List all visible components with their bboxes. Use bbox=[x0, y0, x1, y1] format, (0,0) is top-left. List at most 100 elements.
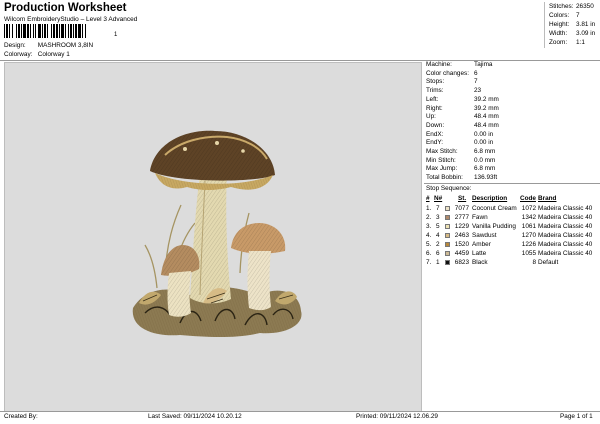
stop-num: 5. bbox=[426, 241, 432, 248]
info-value: 6.8 mm bbox=[474, 165, 496, 173]
stop-sequence-row: 7. 1 6823 Black 8 Default bbox=[424, 259, 600, 267]
color-swatch bbox=[445, 260, 450, 265]
machine-info-row: Color changes: 6 bbox=[426, 70, 478, 77]
last-saved: Last Saved: 09/11/2024 10.20.12 bbox=[148, 413, 242, 420]
stop-num: 4. bbox=[426, 232, 432, 239]
needle-number: 2 bbox=[436, 241, 440, 248]
info-value: 6 bbox=[474, 69, 478, 77]
colorway-row: Colorway: Colorway 1 bbox=[4, 51, 70, 58]
machine-info-row: Max Jump: 6.8 mm bbox=[426, 165, 495, 172]
stop-num: 1. bbox=[426, 205, 432, 212]
stat-height: Height: 3.81 in bbox=[549, 21, 596, 28]
panel-divider bbox=[424, 183, 600, 184]
info-value: 0.00 in bbox=[474, 130, 494, 138]
color-swatch bbox=[445, 251, 450, 256]
thread-brand: Madeira Classic 40 bbox=[538, 241, 593, 248]
thread-code: 1072 bbox=[521, 205, 536, 212]
info-label: Max Stitch: bbox=[426, 148, 458, 155]
info-value: 48.4 mm bbox=[474, 113, 499, 121]
stat-stitches: Stitches: 26350 bbox=[549, 3, 594, 10]
machine-info-row: Trims: 23 bbox=[426, 87, 481, 94]
thread-brand: Default bbox=[538, 259, 559, 266]
info-value: 0.0 mm bbox=[474, 156, 496, 164]
info-value: 7 bbox=[474, 78, 478, 86]
needle-number: 1 bbox=[436, 259, 440, 266]
info-value: 23 bbox=[474, 87, 482, 95]
stop-num: 3. bbox=[426, 223, 432, 230]
thread-code: 1342 bbox=[521, 214, 536, 221]
info-label: Trims: bbox=[426, 87, 444, 95]
machine-info-row: Min Stitch: 0.0 mm bbox=[426, 157, 495, 164]
machine-info-row: Up: 48.4 mm bbox=[426, 113, 499, 120]
info-label: EndX: bbox=[426, 130, 444, 138]
needle-number: 7 bbox=[436, 205, 440, 212]
col-stitches: St. bbox=[458, 195, 467, 202]
design-label: Design: bbox=[4, 42, 26, 49]
color-swatch bbox=[445, 224, 450, 229]
stitch-count: 2777 bbox=[454, 214, 469, 221]
machine-info-panel: Machine: Tajima Color changes: 6 Stops: 7 Trim… bbox=[424, 60, 600, 412]
col-num: # bbox=[426, 195, 430, 202]
page-number: Page 1 of 1 bbox=[560, 413, 593, 420]
thread-description: Vanilla Pudding bbox=[472, 223, 516, 230]
stop-sequence-row: 1. 7 7077 Coconut Cream 1072 Madeira Classic … bbox=[424, 205, 600, 213]
thread-description: Latte bbox=[472, 250, 487, 257]
page-title: Production Worksheet bbox=[4, 2, 127, 14]
thread-description: Amber bbox=[472, 241, 491, 248]
needle-number: 3 bbox=[436, 214, 440, 221]
thread-brand: Madeira Classic 40 bbox=[538, 232, 593, 239]
machine-info-row: Right: 39.2 mm bbox=[426, 105, 499, 112]
design-value: MASHROOM 3,8IN bbox=[37, 42, 94, 49]
info-label: Total Bobbin: bbox=[426, 174, 463, 182]
stop-num: 2. bbox=[426, 214, 432, 221]
info-label: Max Jump: bbox=[426, 165, 458, 173]
stop-num: 7. bbox=[426, 259, 432, 266]
thread-brand: Madeira Classic 40 bbox=[538, 214, 593, 221]
thread-description: Fawn bbox=[472, 214, 488, 221]
software-subtitle: Wilcom EmbroideryStudio – Level 3 Advanc… bbox=[4, 16, 138, 23]
stop-num: 6. bbox=[426, 250, 432, 257]
created-by: Created By: bbox=[4, 413, 38, 420]
machine-info-row: Left: 39.2 mm bbox=[426, 96, 499, 103]
needle-number: 5 bbox=[436, 223, 440, 230]
stop-sequence-title: Stop Sequence: bbox=[426, 185, 472, 192]
colorway-label: Colorway: bbox=[4, 51, 33, 58]
stitch-count: 1520 bbox=[454, 241, 469, 248]
info-label: Up: bbox=[426, 113, 436, 121]
machine-info-row: Total Bobbin: 136.93ft bbox=[426, 174, 497, 181]
machine-info-row: Machine: Tajima bbox=[426, 61, 492, 68]
barcode-text: 1 bbox=[114, 32, 118, 38]
stop-sequence-row: 4. 4 2463 Sawdust 1270 Madeira Classic 40 bbox=[424, 232, 600, 240]
thread-code: 1061 bbox=[521, 223, 536, 230]
info-value: 6.8 mm bbox=[474, 148, 496, 155]
thread-brand: Madeira Classic 40 bbox=[538, 223, 593, 230]
thread-brand: Madeira Classic 40 bbox=[538, 205, 593, 212]
machine-info-row: Down: 48.4 mm bbox=[426, 122, 499, 129]
info-label: Color changes: bbox=[426, 69, 469, 77]
barcode bbox=[4, 24, 115, 38]
color-swatch bbox=[445, 215, 450, 220]
info-value: Tajima bbox=[474, 61, 493, 68]
info-value: 0.00 in bbox=[474, 139, 494, 147]
machine-info-row: EndX: 0.00 in bbox=[426, 131, 493, 138]
stop-sequence-header: # N# St. Description Code Brand bbox=[424, 195, 600, 203]
stop-sequence-row: 6. 6 4459 Latte 1055 Madeira Classic 40 bbox=[424, 250, 600, 258]
machine-info-row: Stops: 7 bbox=[426, 78, 478, 85]
thread-code: 1270 bbox=[521, 232, 536, 239]
thread-description: Coconut Cream bbox=[472, 205, 517, 212]
info-label: Stops: bbox=[426, 78, 445, 86]
footer-divider bbox=[0, 411, 600, 412]
thread-code: 1055 bbox=[521, 250, 536, 257]
stitch-count: 2463 bbox=[454, 232, 469, 239]
printed-date: Printed: 09/11/2024 12.06.29 bbox=[356, 413, 438, 420]
needle-number: 4 bbox=[436, 232, 440, 239]
info-label: Min Stitch: bbox=[426, 156, 456, 164]
needle-number: 6 bbox=[436, 250, 440, 257]
col-needle: N# bbox=[434, 195, 443, 202]
info-label: Right: bbox=[426, 104, 443, 112]
stitch-count: 6823 bbox=[454, 259, 469, 266]
design-preview bbox=[4, 62, 422, 412]
stitch-count: 4459 bbox=[454, 250, 469, 257]
stitch-count: 7077 bbox=[454, 205, 469, 212]
col-code: Code bbox=[520, 195, 536, 202]
